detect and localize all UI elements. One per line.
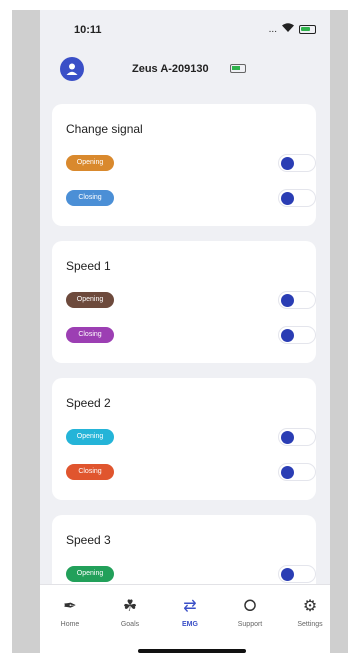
tab-support[interactable]: ⭘ Support: [225, 597, 275, 628]
status-bar: 10:11 ...: [40, 10, 330, 48]
battery-icon: [299, 24, 316, 34]
section-title: Speed 3: [66, 533, 111, 547]
device-frame-right: [330, 10, 348, 653]
opening-badge: Opening: [66, 566, 114, 582]
support-icon: ⭘: [243, 598, 257, 615]
closing-badge: Closing: [66, 190, 114, 206]
opening-toggle[interactable]: [278, 565, 316, 583]
opening-toggle[interactable]: [278, 154, 316, 172]
section-title: Change signal: [66, 122, 143, 136]
toggle-knob: [281, 157, 294, 170]
tab-label: Support: [237, 621, 263, 628]
device-name: Zeus A-209130: [132, 63, 209, 75]
wifi-icon: [282, 23, 294, 35]
closing-badge: Closing: [66, 327, 114, 343]
signal-text: ...: [268, 23, 277, 35]
tab-settings[interactable]: ⚙ Settings: [285, 597, 330, 628]
section-title: Speed 2: [66, 396, 111, 410]
section-card: Speed 2 Opening Closing: [52, 378, 316, 500]
tab-label: Goals: [120, 621, 140, 628]
tab-label: EMG: [182, 621, 198, 628]
section-title: Speed 1: [66, 259, 111, 273]
status-icons: ...: [269, 23, 316, 35]
toggle-knob: [281, 466, 294, 479]
tab-bar: ✒ Home ☘ Goals ⇄ EMG ⭘ Support ⚙ Settings: [40, 584, 330, 653]
app-screen: 10:11 ... Zeus A-209130 Change signal Ope…: [40, 10, 330, 653]
section-card: Change signal Opening Closing: [52, 104, 316, 226]
gear-icon: ⚙: [302, 598, 318, 615]
tab-label: Home: [60, 621, 80, 628]
opening-badge: Opening: [66, 292, 114, 308]
tab-emg[interactable]: ⇄ EMG: [165, 597, 215, 628]
home-indicator: [138, 649, 246, 653]
user-icon[interactable]: [60, 57, 84, 81]
tab-home[interactable]: ✒ Home: [45, 597, 95, 628]
device-frame-left: [12, 10, 40, 653]
toggle-knob: [281, 568, 294, 581]
opening-toggle[interactable]: [278, 291, 316, 309]
toggle-knob: [281, 329, 294, 342]
opening-badge: Opening: [66, 429, 114, 445]
tab-label: Settings: [297, 621, 323, 628]
closing-toggle[interactable]: [278, 463, 316, 481]
home-icon: ✒: [63, 598, 77, 615]
device-battery-icon: [230, 64, 246, 73]
status-time: 10:11: [74, 24, 102, 36]
closing-toggle[interactable]: [278, 326, 316, 344]
tab-goals[interactable]: ☘ Goals: [105, 597, 155, 628]
toggle-knob: [281, 294, 294, 307]
sliders-icon: ⇄: [183, 598, 197, 615]
opening-badge: Opening: [66, 155, 114, 171]
closing-toggle[interactable]: [278, 189, 316, 207]
toggle-knob: [281, 431, 294, 444]
section-card: Speed 1 Opening Closing: [52, 241, 316, 363]
opening-toggle[interactable]: [278, 428, 316, 446]
closing-badge: Closing: [66, 464, 114, 480]
app-header: Zeus A-209130: [40, 54, 330, 84]
toggle-knob: [281, 192, 294, 205]
goals-icon: ☘: [122, 598, 138, 615]
